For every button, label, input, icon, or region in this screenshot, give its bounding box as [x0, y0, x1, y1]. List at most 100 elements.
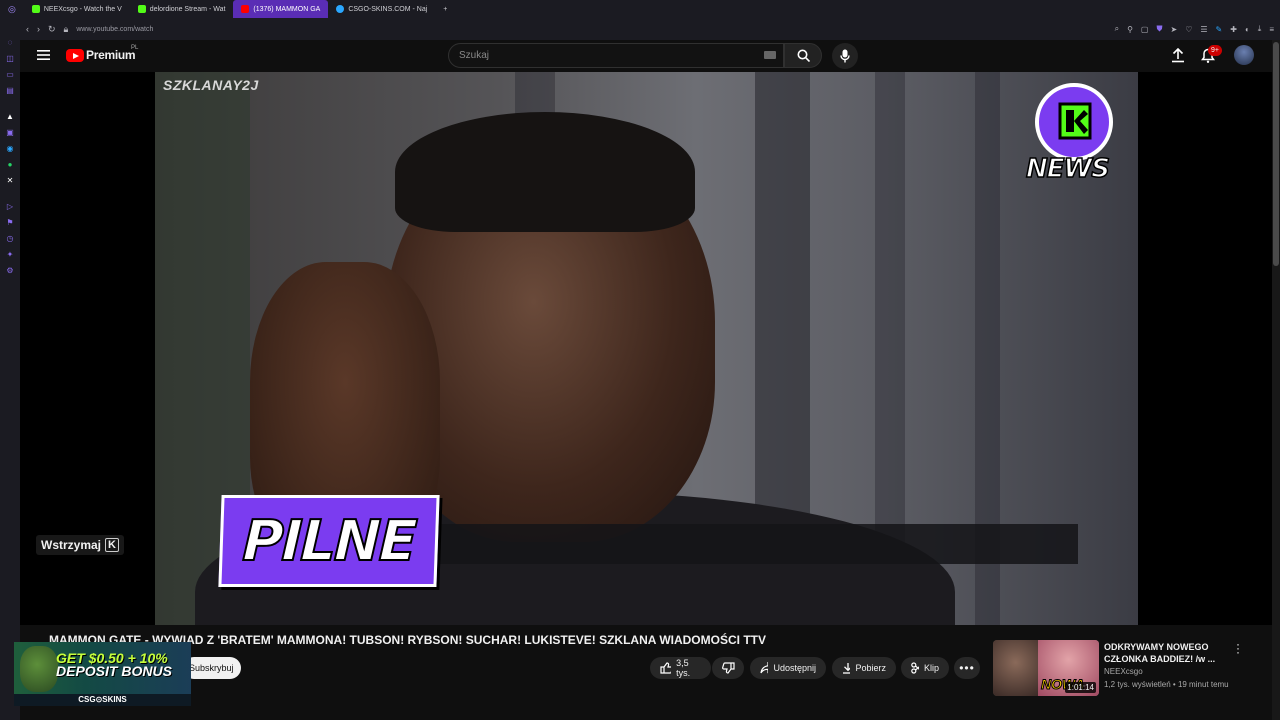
new-tab-button[interactable]: + [435, 0, 455, 18]
scissors-icon [911, 662, 919, 674]
tab-label: delordione Stream - Wat [149, 5, 226, 13]
avatar[interactable] [1234, 45, 1254, 65]
download-button[interactable]: Pobierz [832, 657, 896, 679]
recommendation-channel[interactable]: NEEXcsgo [1104, 667, 1143, 676]
search-icon [797, 49, 810, 62]
tab-3[interactable]: CSGO-SKINS.COM - Naj [328, 0, 435, 18]
share-icon [760, 662, 769, 674]
youtube-logo-text[interactable]: Premium [86, 48, 136, 62]
forward-icon[interactable]: › [37, 24, 40, 34]
aria-icon[interactable]: ◌ [5, 38, 15, 48]
profile-icon[interactable]: ◐ [1245, 25, 1250, 34]
shopping-icon[interactable]: ◫ [5, 54, 15, 64]
ad-banner[interactable]: GET $0.50 + 10% DEPOSIT BONUS CSG⊙SKINS [14, 642, 191, 706]
x-icon[interactable]: ✕ [5, 176, 15, 186]
tab-label: CSGO-SKINS.COM - Naj [348, 5, 428, 13]
mic-icon [840, 49, 850, 63]
browser-tab-strip: ◎ NEEXcsgo - Watch the V delordione Stre… [0, 0, 1280, 18]
like-button[interactable]: 3,5 tys. [650, 657, 711, 679]
logo-region: PL [131, 45, 139, 51]
upload-icon[interactable] [1171, 48, 1185, 63]
youtube-favicon-icon [241, 5, 250, 13]
tab-2-active[interactable]: (1376) MAMMON GA [233, 0, 329, 18]
pause-shortcut-key: K [105, 538, 119, 552]
pause-tooltip: Wstrzymaj K [36, 535, 124, 555]
more-horizontal-icon: ••• [959, 661, 975, 675]
messenger-icon[interactable]: ◉ [5, 144, 15, 154]
keyboard-icon[interactable] [764, 51, 776, 59]
pause-tooltip-label: Wstrzymaj [41, 538, 102, 552]
video-hair [395, 112, 695, 232]
heart-icon[interactable]: ♡ [1185, 25, 1192, 34]
download-video-icon [843, 663, 851, 674]
ad-line-2: DEPOSIT BONUS [56, 663, 172, 679]
kick-favicon-icon [137, 5, 146, 13]
adblock-icon[interactable]: ⛊ [1156, 24, 1162, 34]
puzzle-icon[interactable]: ✚ [1230, 25, 1237, 34]
news-badge-text: NEWS [1025, 153, 1110, 185]
like-count: 3,5 tys. [676, 658, 691, 678]
tab-0[interactable]: NEEXcsgo - Watch the V [24, 0, 130, 18]
tab-label: (1376) MAMMON GA [253, 5, 321, 13]
thumbs-down-icon [721, 662, 735, 674]
ad-headline: GET $0.50 + 10% DEPOSIT BONUS [56, 651, 172, 679]
more-vertical-icon[interactable]: · · · [1236, 638, 1240, 658]
notes-icon[interactable]: ▤ [5, 86, 15, 96]
clip-button[interactable]: Klip [901, 657, 949, 679]
lock-icon: 🔒︎ [63, 23, 69, 34]
download-icon[interactable]: ⤓ [1258, 24, 1262, 34]
subscribe-button[interactable]: Subskrybuj [183, 657, 241, 679]
zoom-icon[interactable]: ⌕ [1115, 24, 1119, 34]
whatsapp-icon[interactable]: ● [5, 160, 15, 170]
tab-1[interactable]: delordione Stream - Wat [130, 0, 234, 18]
reload-icon[interactable]: ↻ [48, 24, 56, 35]
send-icon[interactable]: ➤ [1170, 25, 1177, 34]
search-input[interactable]: Szukaj [448, 43, 784, 68]
chat-icon[interactable]: ▭ [5, 70, 15, 80]
settings-icon[interactable]: ☰ [1200, 25, 1207, 34]
player-icon[interactable]: ▷ [5, 202, 15, 212]
recommendation-title[interactable]: ODKRYWAMY NOWEGO CZŁONKA BADDIEZ! /w ... [1104, 641, 1229, 665]
url-field[interactable]: www.youtube.com/watch [76, 26, 153, 33]
ad-character-image [20, 646, 58, 692]
hamburger-menu-icon[interactable] [37, 49, 50, 61]
pilne-text: PILNE [241, 508, 418, 575]
youtube-logo-icon[interactable] [66, 49, 84, 62]
scrollbar-thumb[interactable] [1273, 42, 1279, 266]
video-duration: 1:01:14 [1065, 682, 1096, 693]
csgo-skins-favicon-icon [336, 5, 345, 13]
share-label: Udostępnij [773, 663, 816, 673]
video-watermark: SZKLANAY2J [163, 77, 259, 93]
more-actions-button[interactable]: ••• [954, 657, 980, 679]
tiktok-icon[interactable]: ▲ [5, 112, 15, 122]
back-icon[interactable]: ‹ [26, 24, 29, 34]
clip-label: Klip [923, 663, 939, 673]
voice-search-button[interactable] [832, 43, 858, 69]
address-bar-tools: ⌕ ⚲ ▢ ⛊ ➤ ♡ ☰ ✎ ✚ ◐ ⤓ ≡ [1115, 18, 1274, 40]
search-button[interactable] [784, 43, 822, 68]
menu-icon[interactable]: ≡ [1269, 25, 1274, 34]
bookmarks-icon[interactable]: ⚑ [5, 218, 15, 228]
recommendation-meta: 1,2 tys. wyświetleń • 19 minut temu [1104, 680, 1229, 689]
extensions-icon[interactable]: ✦ [5, 250, 15, 260]
address-bar: ‹ › ↻ 🔒︎ www.youtube.com/watch ⌕ ⚲ ▢ ⛊ ➤… [20, 18, 1280, 40]
history-icon[interactable]: ◷ [5, 234, 15, 244]
tab-label: NEEXcsgo - Watch the V [43, 5, 122, 13]
ad-brand-label: CSG⊙SKINS [14, 694, 191, 706]
recommendation-thumbnail[interactable]: NOWA 1:01:14 [993, 640, 1099, 696]
pin-icon[interactable]: ⚲ [1127, 25, 1133, 34]
snapshot-icon[interactable]: ▢ [1141, 25, 1149, 34]
share-button[interactable]: Udostępnij [750, 657, 826, 679]
news-logo-badge: NEWS [1024, 80, 1124, 190]
pilne-overlay: PILNE [218, 495, 440, 587]
extension-icon[interactable]: ✎ [1216, 25, 1223, 34]
notification-badge: 9+ [1208, 45, 1222, 56]
sidebar-settings-icon[interactable]: ⚙ [5, 266, 15, 276]
thumbs-up-icon [660, 662, 672, 674]
twitch-icon[interactable]: ▣ [5, 128, 15, 138]
download-label: Pobierz [855, 663, 886, 673]
browser-menu-icon[interactable]: ◎ [0, 0, 24, 18]
dislike-button[interactable] [712, 657, 744, 679]
browser-sidebar: ◌ ◫ ▭ ▤ ▲ ▣ ◉ ● ✕ ▷ ⚑ ◷ ✦ ⚙ [0, 18, 20, 720]
kick-favicon-icon [31, 5, 40, 13]
